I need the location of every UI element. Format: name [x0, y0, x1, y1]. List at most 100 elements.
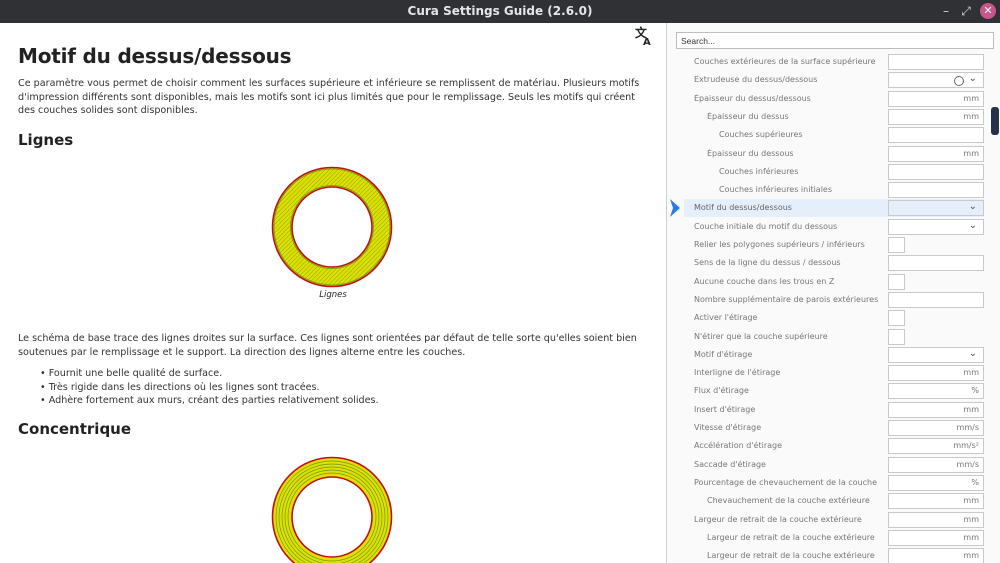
setting-checkbox[interactable]	[888, 328, 905, 345]
setting-row[interactable]: Motif du dessus/dessous ⌄	[684, 199, 984, 218]
setting-row[interactable]: Activer l'étirage	[684, 309, 984, 327]
setting-field[interactable]: mm	[888, 548, 984, 563]
setting-field[interactable]: mm/s	[888, 420, 984, 436]
setting-field[interactable]: mm	[888, 529, 984, 546]
setting-field[interactable]: mm/s²	[888, 438, 984, 455]
setting-label: N'étirer que la couche supérieure	[694, 331, 828, 341]
setting-label: Épaisseur du dessous	[707, 148, 794, 158]
list-item: Adhère fortement aux murs, créant des pa…	[40, 394, 379, 408]
svg-text:A: A	[643, 37, 651, 46]
setting-row[interactable]: Insert d'étirage mm	[684, 401, 984, 419]
translate-icon[interactable]: 文 A	[634, 26, 654, 46]
setting-row[interactable]: Relier les polygones supérieurs / inféri…	[684, 236, 984, 254]
setting-field[interactable]: mm	[888, 365, 984, 382]
setting-label: Pourcentage de chevauchement de la couch…	[694, 477, 878, 487]
concentric-pattern-image	[271, 456, 393, 563]
setting-row[interactable]: Interligne de l'étirage mm	[684, 364, 984, 382]
setting-field[interactable]	[888, 291, 984, 308]
setting-label: Couches supérieures	[719, 130, 803, 140]
setting-row[interactable]: Épaisseur du dessus mm	[684, 108, 984, 126]
setting-dropdown[interactable]: ⌄	[888, 218, 984, 235]
setting-label: Accélération d'étirage	[694, 441, 783, 451]
section-heading-concentric: Concentrique	[18, 420, 132, 438]
setting-row[interactable]: Pourcentage de chevauchement de la couch…	[684, 474, 984, 492]
list-item: Fournit une belle qualité de surface.	[40, 367, 379, 381]
lines-caption: Lignes	[319, 290, 347, 300]
setting-field[interactable]	[888, 54, 984, 70]
maximize-button[interactable]: ⤢	[958, 3, 974, 19]
setting-row[interactable]: Couches inférieures initiales	[684, 181, 984, 199]
setting-row[interactable]: Extrudeuse du dessus/dessous ⌄	[684, 71, 984, 89]
setting-label: Largeur de retrait de la couche extérieu…	[694, 514, 862, 524]
setting-label: Couche initiale du motif du dessous	[694, 221, 838, 231]
setting-field[interactable]: %	[888, 383, 984, 400]
setting-unit: %	[971, 386, 979, 396]
setting-row[interactable]: Saccade d'étirage mm/s	[684, 456, 984, 474]
setting-row[interactable]: Couches extérieures de la surface supéri…	[684, 53, 984, 71]
setting-field[interactable]: mm	[888, 90, 984, 107]
section-heading-lines: Lignes	[18, 131, 74, 149]
setting-row[interactable]: Chevauchement de la couche extérieure mm	[684, 492, 984, 510]
settings-list: Couches extérieures de la surface supéri…	[684, 53, 994, 563]
setting-row[interactable]: Largeur de retrait de la couche extérieu…	[684, 547, 984, 563]
setting-unit: mm	[963, 148, 979, 158]
setting-field[interactable]: %	[888, 474, 984, 491]
setting-unit: mm	[963, 532, 979, 542]
extruder-circle-icon	[954, 76, 964, 87]
setting-field[interactable]: mm	[888, 145, 984, 162]
setting-row[interactable]: Aucune couche dans les trous en Z	[684, 273, 984, 291]
setting-label: Épaisseur du dessus	[707, 111, 789, 121]
setting-row[interactable]: Nombre supplémentaire de parois extérieu…	[684, 291, 984, 309]
page-title: Motif du dessus/dessous	[18, 44, 292, 68]
setting-label: Extrudeuse du dessus/dessous	[694, 75, 818, 85]
chevron-down-icon: ⌄	[968, 347, 977, 359]
setting-label: Largeur de retrait de la couche extérieu…	[707, 532, 878, 542]
close-button[interactable]: ✕	[980, 3, 996, 19]
setting-checkbox[interactable]	[888, 310, 905, 327]
setting-unit: mm	[963, 404, 979, 414]
setting-row[interactable]: Flux d'étirage%	[684, 382, 984, 400]
setting-unit: %	[971, 477, 979, 487]
setting-label: Relier les polygones supérieurs / inféri…	[694, 240, 865, 249]
setting-unit: mm	[963, 93, 979, 103]
setting-field[interactable]	[888, 182, 984, 199]
setting-label: Motif d'étirage	[694, 349, 753, 359]
setting-row[interactable]: Épaisseur du dessus/dessous mm	[684, 90, 984, 108]
setting-row[interactable]: Épaisseur du dessous mm	[684, 145, 984, 163]
setting-dropdown[interactable]: ⌄	[888, 72, 984, 89]
setting-row[interactable]: Largeur de retrait de la couche extérieu…	[684, 529, 984, 547]
setting-unit: mm/s	[956, 459, 979, 469]
setting-field[interactable]: mm	[888, 108, 984, 125]
setting-field[interactable]: mm/s	[888, 456, 984, 473]
documentation-pane: Motif du dessus/dessous 文 A Ce paramètre…	[0, 23, 666, 563]
minimize-button[interactable]: –	[938, 3, 954, 19]
setting-label: Motif du dessus/dessous	[694, 203, 792, 213]
setting-field[interactable]	[888, 255, 984, 272]
setting-checkbox[interactable]	[888, 237, 905, 253]
setting-row[interactable]: Largeur de retrait de la couche extérieu…	[684, 511, 984, 529]
setting-label: Insert d'étirage	[694, 404, 756, 414]
scrollbar-thumb[interactable]	[991, 107, 999, 135]
setting-row[interactable]: Accélération d'étirage mm/s²	[684, 437, 984, 455]
setting-unit: mm/s²	[953, 441, 979, 451]
setting-dropdown[interactable]: ⌄	[888, 200, 984, 217]
setting-row[interactable]: Vitesse d'étirage mm/s	[684, 419, 984, 437]
setting-field[interactable]: mm	[888, 401, 984, 418]
setting-field[interactable]: mm	[888, 511, 984, 528]
setting-dropdown[interactable]: ⌄	[888, 346, 984, 363]
setting-field[interactable]: mm	[888, 493, 984, 510]
setting-field[interactable]	[888, 127, 984, 144]
setting-row[interactable]: Couches supérieures	[684, 126, 984, 144]
setting-unit: mm	[963, 368, 979, 378]
setting-label: Activer l'étirage	[694, 313, 758, 323]
setting-row[interactable]: Couches inférieures	[684, 163, 984, 181]
setting-label: Largeur de retrait de la couche extérieu…	[707, 551, 878, 561]
setting-row[interactable]: Motif d'étirage ⌄	[684, 346, 984, 364]
setting-row[interactable]: Couche initiale du motif du dessous ⌄	[684, 218, 984, 236]
setting-row[interactable]: Sens de la ligne du dessus / dessous	[684, 254, 984, 272]
setting-row[interactable]: N'étirer que la couche supérieure	[684, 328, 984, 346]
setting-field[interactable]	[888, 163, 984, 180]
setting-label: Couches extérieures de la surface supéri…	[694, 57, 876, 66]
setting-checkbox[interactable]	[888, 273, 905, 290]
search-input[interactable]	[676, 32, 994, 49]
